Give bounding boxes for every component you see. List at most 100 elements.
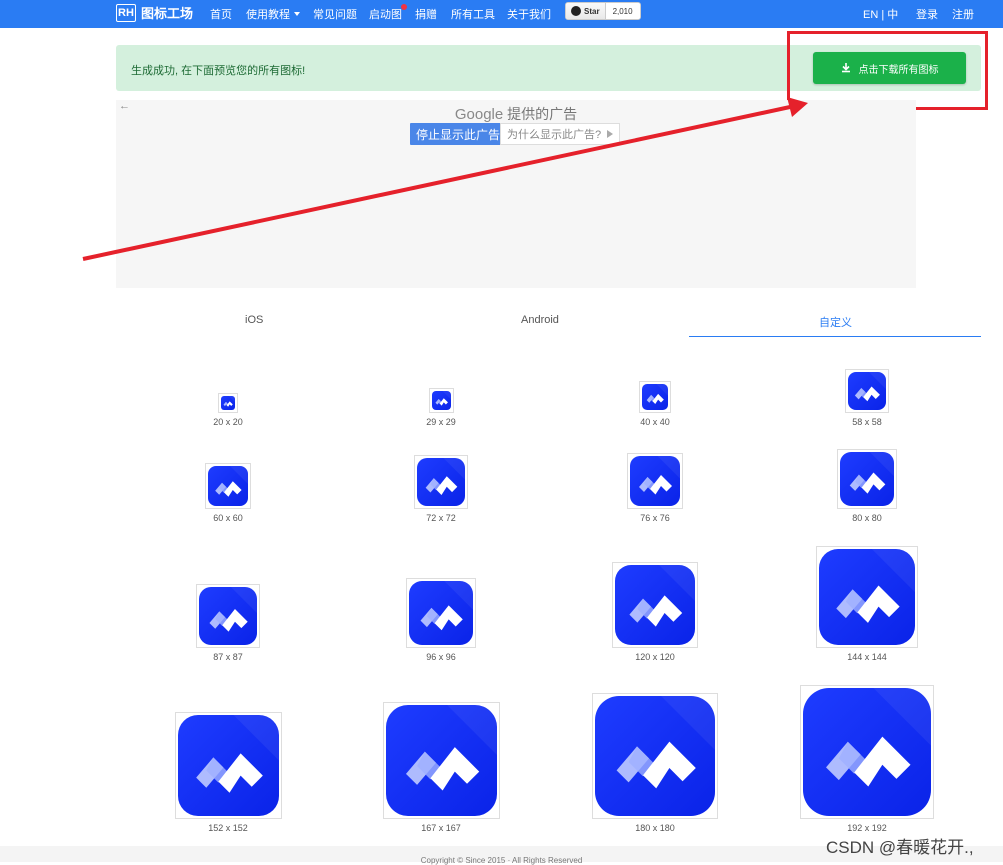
icon-preview-frame[interactable]: [816, 546, 918, 648]
icon-size-label: 167 x 167: [421, 823, 461, 833]
nav-home[interactable]: 首页: [210, 6, 232, 22]
register-link[interactable]: 注册: [952, 6, 974, 22]
mountain-logo-icon: [420, 581, 473, 631]
active-tab-underline: [689, 336, 981, 337]
chevron-down-icon: [294, 12, 300, 16]
nav-faq[interactable]: 常见问题: [313, 6, 357, 22]
nav-about[interactable]: 关于我们: [507, 6, 551, 22]
stop-ad-button[interactable]: 停止显示此广告: [410, 123, 507, 145]
icon-preview-frame[interactable]: [845, 369, 889, 413]
github-icon: [571, 6, 581, 16]
app-icon-preview: [208, 466, 248, 506]
mountain-logo-icon: [616, 696, 715, 789]
icon-preview-frame[interactable]: [627, 453, 683, 509]
mountain-logo-icon: [826, 688, 931, 787]
login-link[interactable]: 登录: [916, 6, 938, 22]
icon-preview-frame[interactable]: [837, 449, 897, 509]
app-icon-preview: [803, 688, 931, 816]
app-icon-preview: [630, 456, 680, 506]
github-star-widget[interactable]: Star 2,010: [565, 2, 641, 20]
nav-splash-label: 启动图: [369, 9, 402, 21]
app-icon-preview: [848, 372, 886, 410]
github-star-count[interactable]: 2,010: [605, 3, 640, 19]
nav-splash[interactable]: 启动图: [369, 4, 407, 22]
mountain-logo-icon: [849, 452, 894, 494]
icon-size-label: 120 x 120: [635, 652, 675, 662]
brand-name: 图标工场: [141, 6, 194, 21]
why-ad-button[interactable]: 为什么显示此广告?: [500, 123, 621, 145]
github-star-button[interactable]: Star: [566, 3, 606, 19]
mountain-logo-icon: [434, 391, 451, 406]
mountain-logo-icon: [405, 705, 497, 791]
icon-size-label: 180 x 180: [635, 823, 675, 833]
app-icon-preview: [409, 581, 473, 645]
icon-size-label: 96 x 96: [426, 652, 456, 662]
mountain-logo-icon: [195, 715, 279, 793]
icon-preview-frame[interactable]: [414, 455, 468, 509]
icon-size-label: 76 x 76: [640, 513, 670, 523]
annotation-highlight-box: [787, 31, 988, 110]
nav-donate[interactable]: 捐赠: [415, 6, 437, 22]
success-message: 生成成功, 在下面预览您的所有图标!: [131, 65, 306, 77]
icon-size-label: 87 x 87: [213, 652, 243, 662]
icon-size-label: 72 x 72: [426, 513, 456, 523]
nav-tutorial-label: 使用教程: [246, 9, 290, 21]
google-logo: Google: [454, 106, 504, 123]
tab-custom[interactable]: 自定义: [819, 314, 852, 330]
ad-title: Google 提供的广告: [116, 104, 916, 124]
brand-logo[interactable]: RH 图标工场: [116, 3, 193, 22]
icon-size-label: 60 x 60: [213, 513, 243, 523]
icon-size-label: 80 x 80: [852, 513, 882, 523]
language-switch[interactable]: EN | 中: [863, 6, 898, 22]
icon-preview-frame[interactable]: [639, 381, 671, 413]
mountain-logo-icon: [836, 549, 915, 623]
mountain-logo-icon: [854, 372, 886, 402]
ad-banner: ← Google 提供的广告 停止显示此广告 为什么显示此广告?: [116, 100, 916, 288]
icon-preview-frame[interactable]: [205, 463, 251, 509]
top-navbar: RH 图标工场 首页 使用教程 常见问题 启动图 捐赠 所有工具 关于我们 St…: [0, 0, 1003, 28]
new-badge-dot: [401, 4, 407, 10]
github-star-label: Star: [584, 6, 600, 16]
brand-box: RH: [116, 3, 136, 22]
icon-preview-frame[interactable]: [406, 578, 476, 648]
ad-provided-label: 提供的广告: [507, 106, 578, 122]
mountain-logo-icon: [425, 458, 465, 495]
csdn-watermark: CSDN @春暖花开.,: [826, 838, 974, 857]
mountain-logo-icon: [223, 396, 235, 407]
icon-preview-frame[interactable]: [196, 584, 260, 648]
mountain-logo-icon: [209, 587, 257, 632]
icon-preview-frame[interactable]: [800, 685, 934, 819]
why-ad-label: 为什么显示此广告?: [507, 129, 602, 141]
tab-ios[interactable]: iOS: [245, 314, 263, 326]
app-icon-preview: [595, 696, 715, 816]
icon-size-label: 58 x 58: [852, 417, 882, 427]
icon-size-label: 20 x 20: [213, 417, 243, 427]
nav-tutorial[interactable]: 使用教程: [246, 6, 300, 22]
icon-size-label: 152 x 152: [208, 823, 248, 833]
icon-preview-frame[interactable]: [382, 702, 500, 819]
icon-size-label: 192 x 192: [847, 823, 887, 833]
app-icon-preview: [221, 396, 235, 410]
app-icon-preview: [199, 587, 257, 645]
icon-size-label: 40 x 40: [640, 417, 670, 427]
mountain-logo-icon: [646, 384, 668, 405]
app-icon-preview: [177, 715, 279, 816]
icon-preview-frame[interactable]: [428, 388, 454, 413]
app-icon-preview: [431, 391, 451, 410]
app-icon-preview: [840, 452, 894, 506]
app-icon-preview: [417, 458, 465, 506]
icon-preview-frame[interactable]: [218, 393, 238, 413]
mountain-logo-icon: [639, 456, 680, 495]
icon-size-label: 29 x 29: [426, 417, 456, 427]
mountain-logo-icon: [629, 565, 695, 627]
tab-android[interactable]: Android: [521, 314, 559, 326]
app-icon-preview: [615, 565, 695, 645]
nav-all-tools[interactable]: 所有工具: [451, 6, 495, 22]
icon-preview-frame[interactable]: [612, 562, 698, 648]
adchoices-icon: [607, 130, 614, 138]
app-icon-preview: [385, 705, 497, 816]
app-icon-preview: [819, 549, 915, 645]
icon-preview-frame[interactable]: [592, 693, 718, 819]
icon-preview-frame[interactable]: [174, 712, 282, 819]
icon-size-label: 144 x 144: [847, 652, 887, 662]
